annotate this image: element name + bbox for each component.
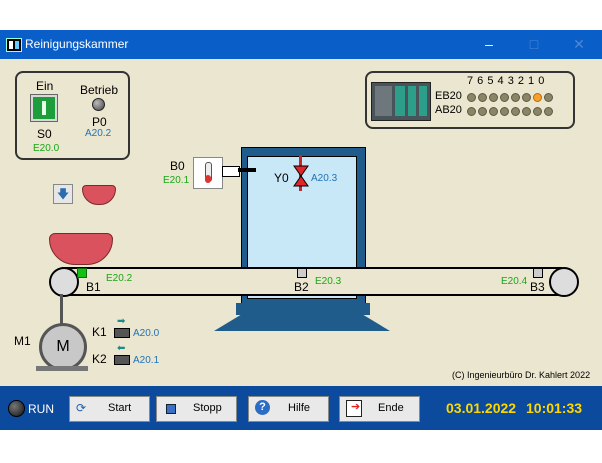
left-pulley-icon <box>49 267 79 297</box>
betrieb-label: Betrieb <box>80 83 119 97</box>
time-display: 10:01:33 <box>526 400 583 416</box>
maximize-button[interactable]: □ <box>511 30 557 59</box>
stop-label: Stopp <box>193 402 222 414</box>
right-pulley-icon <box>549 267 579 297</box>
ab20-led-bit-0 <box>544 107 553 116</box>
b3-address: E20.4 <box>501 276 528 287</box>
copyright: (C) Ingenieurbüro Dr. Kahlert 2022 <box>452 370 591 380</box>
date-display: 03.01.2022 <box>446 400 517 416</box>
eb20-label: EB20 <box>435 90 462 102</box>
ab20-led-bit-6 <box>478 107 487 116</box>
stop-square-icon <box>166 404 176 414</box>
b3-sensor-indicator <box>533 268 543 278</box>
b1-address: E20.2 <box>106 273 133 284</box>
end-label: Ende <box>378 402 404 414</box>
eb20-led-bit-6 <box>478 93 487 102</box>
help-label: Hilfe <box>288 402 311 414</box>
start-button[interactable]: ⟳ Start <box>69 396 150 422</box>
k2-arrow-left-icon: ⬅ <box>117 343 126 354</box>
b1-label: B1 <box>86 280 101 294</box>
motor-base <box>36 366 88 371</box>
exit-arrow-icon: ➔ <box>351 401 361 413</box>
ab20-led-bit-4 <box>500 107 509 116</box>
eb20-led-bit-3 <box>511 93 520 102</box>
k1-contactor-icon <box>114 328 130 338</box>
down-arrow-button[interactable]: 🡇 <box>53 184 73 204</box>
plc-module-icon <box>371 82 431 121</box>
k2-address: A20.1 <box>133 355 160 366</box>
end-button[interactable]: ➔ Ende <box>339 396 420 422</box>
start-label: Start <box>108 402 132 414</box>
p0-address: A20.2 <box>85 128 112 139</box>
p0-lamp <box>92 98 105 111</box>
b2-address: E20.3 <box>315 276 342 287</box>
b3-label: B3 <box>530 280 545 294</box>
help-button[interactable]: ? Hilfe <box>248 396 329 422</box>
help-icon: ? <box>255 400 270 415</box>
b0-address: E20.1 <box>163 175 190 186</box>
eb20-led-bit-4 <box>500 93 509 102</box>
motor-shaft <box>60 294 63 324</box>
bit-header: 7 6 5 4 3 2 1 0 <box>467 75 545 87</box>
eb20-led-bit-0 <box>544 93 553 102</box>
valve-icon <box>293 165 309 187</box>
b1-sensor-indicator <box>77 268 87 278</box>
b2-label: B2 <box>294 280 309 294</box>
s0-switch[interactable] <box>30 94 58 122</box>
y0-address: A20.3 <box>311 173 338 184</box>
eb20-led-bit-5 <box>489 93 498 102</box>
ab20-label: AB20 <box>435 104 462 116</box>
run-led-icon <box>8 400 25 417</box>
conveyor-bottom <box>62 294 562 296</box>
chamber-base <box>214 314 390 331</box>
run-label: RUN <box>28 402 54 416</box>
motor-icon: M <box>39 323 87 371</box>
cycle-icon: ⟳ <box>76 401 87 415</box>
chamber-stand <box>236 303 370 315</box>
eb20-led-bit-2 <box>522 93 531 102</box>
b2-sensor-indicator <box>297 268 307 278</box>
s0-address: E20.0 <box>33 143 60 154</box>
app-icon <box>6 38 22 52</box>
thermometer-icon <box>193 157 223 189</box>
s0-label: S0 <box>37 127 52 141</box>
k1-arrow-right-icon: ➡ <box>117 316 126 327</box>
b0-label: B0 <box>170 159 185 173</box>
window-title: Reinigungskammer <box>25 37 129 51</box>
ab20-led-bit-2 <box>522 107 531 116</box>
close-button[interactable]: ✕ <box>556 30 602 59</box>
y0-label: Y0 <box>274 171 289 185</box>
ab20-led-bit-1 <box>533 107 542 116</box>
k2-label: K2 <box>92 352 107 366</box>
k1-address: A20.0 <box>133 328 160 339</box>
m1-label: M1 <box>14 334 31 348</box>
k1-label: K1 <box>92 325 107 339</box>
probe-wire <box>238 168 256 172</box>
ab20-led-bit-7 <box>467 107 476 116</box>
switch-handle-icon <box>42 101 46 115</box>
eb20-led-bit-7 <box>467 93 476 102</box>
ab20-led-bit-3 <box>511 107 520 116</box>
k2-contactor-icon <box>114 355 130 365</box>
minimize-button[interactable]: – <box>466 30 512 59</box>
eb20-led-bit-1 <box>533 93 542 102</box>
stop-button[interactable]: Stopp <box>156 396 237 422</box>
ab20-led-bit-5 <box>489 107 498 116</box>
conveyor-band <box>62 269 562 294</box>
ein-label: Ein <box>36 79 54 93</box>
p0-label: P0 <box>92 115 107 129</box>
